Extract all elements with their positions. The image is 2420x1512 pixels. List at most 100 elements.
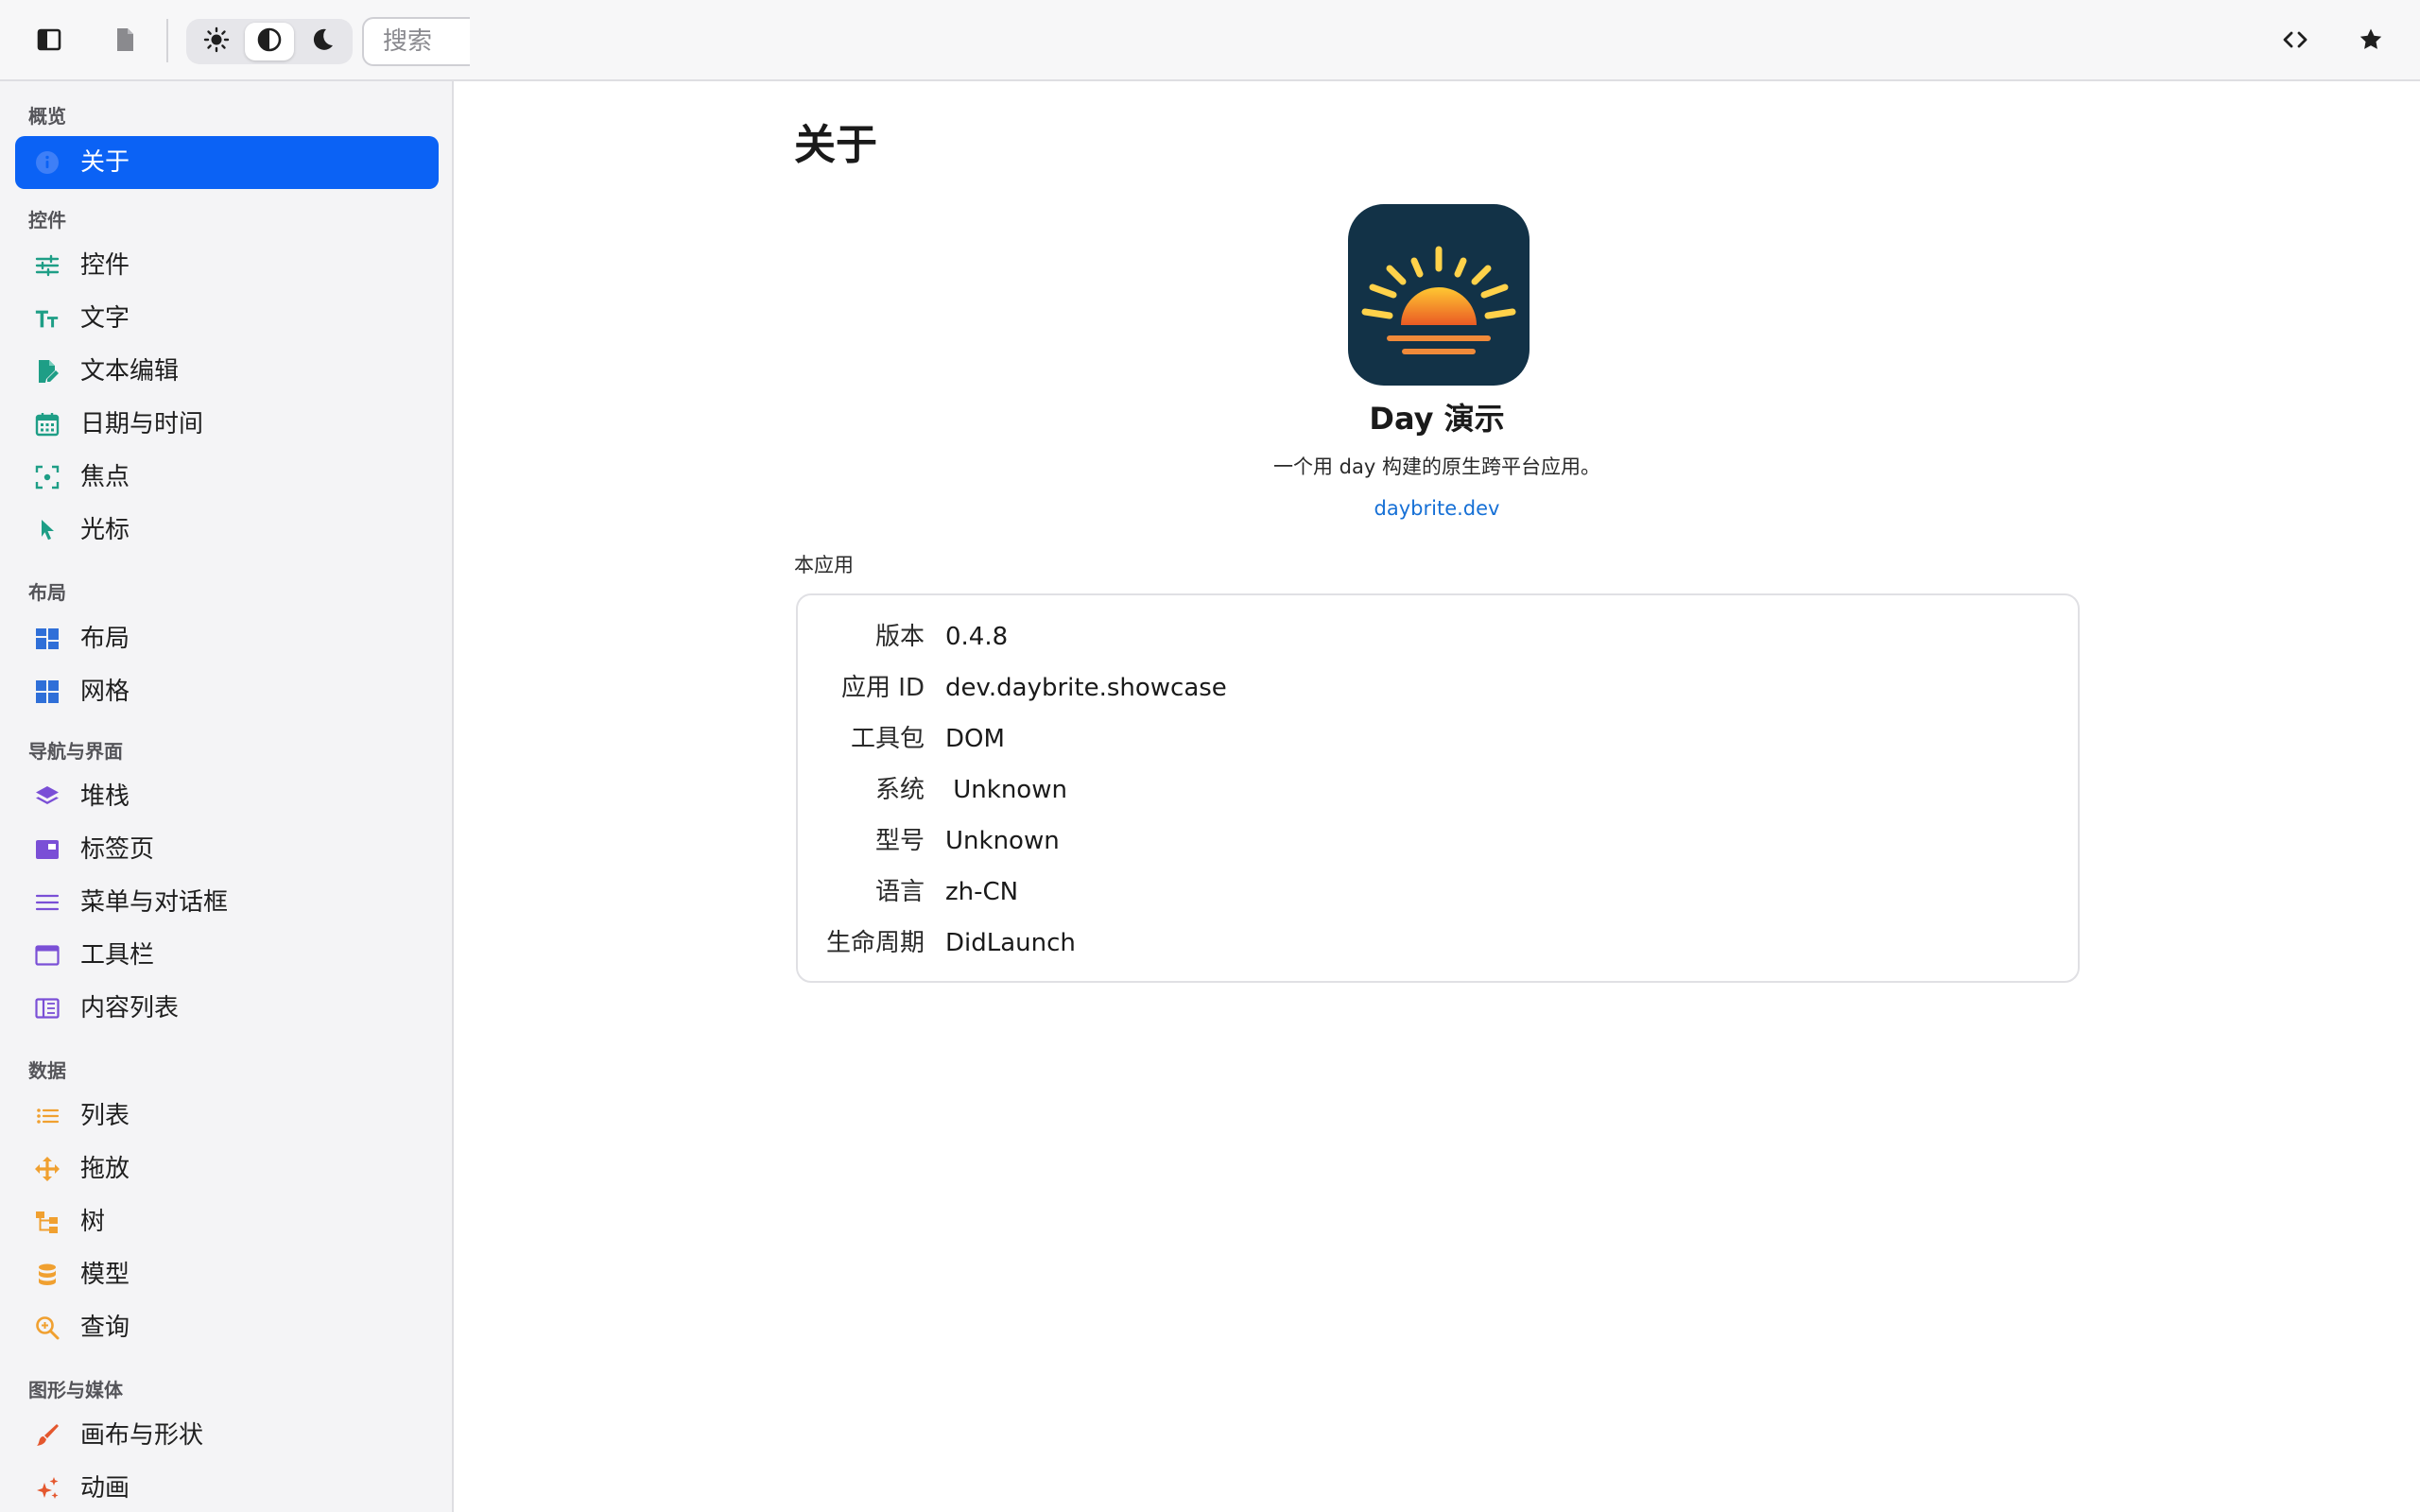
- info-row-toolkit: 工具包 DOM: [798, 713, 2078, 765]
- sidebar-item-label: 标签页: [80, 835, 155, 864]
- info-row-app-id: 应用 ID dev.daybrite.showcase: [798, 662, 2078, 713]
- sidebar-item-text[interactable]: 文字: [15, 292, 439, 345]
- info-value: DidLaunch: [945, 929, 1076, 957]
- info-key: 版本: [874, 623, 925, 651]
- info-key: 应用 ID: [841, 674, 925, 702]
- sidebar-item-query[interactable]: 查询: [15, 1301, 439, 1354]
- sidebar-item-label: 工具栏: [80, 941, 155, 970]
- info-key: 语言: [874, 878, 925, 906]
- info-value: 0.4.8: [945, 623, 1009, 651]
- sidebar-item-label: 查询: [80, 1314, 130, 1342]
- theme-switcher: [186, 19, 353, 64]
- grid-icon: [34, 679, 60, 705]
- sidebar-item-label: 模型: [80, 1261, 130, 1289]
- sidebar-item-label: 内容列表: [80, 994, 180, 1022]
- sidebar-item-label: 控件: [80, 251, 130, 280]
- cursor-icon: [34, 517, 60, 543]
- sidebar-item-tree[interactable]: 树: [15, 1195, 439, 1248]
- sidebar-item-label: 文字: [80, 304, 130, 333]
- sliders-icon: [34, 252, 60, 279]
- toolbar: [0, 0, 2420, 81]
- sidebar-item-menus-dialogs[interactable]: 菜单与对话框: [15, 876, 439, 929]
- sidebar-item-label: 光标: [80, 516, 130, 544]
- document-button[interactable]: [100, 17, 149, 66]
- star-icon: [2358, 26, 2384, 57]
- contrast-icon: [256, 26, 283, 57]
- info-value: Unknown: [945, 776, 1067, 804]
- sidebar-item-cursor[interactable]: 光标: [15, 504, 439, 557]
- sidebar-item-about[interactable]: 关于: [15, 136, 439, 189]
- move-icon: [34, 1156, 60, 1182]
- sidebar-item-label: 焦点: [80, 463, 130, 491]
- section-title-layout: 布局: [28, 581, 66, 604]
- brush-icon: [34, 1422, 60, 1449]
- view-source-button[interactable]: [2271, 17, 2320, 66]
- tabs-icon: [34, 836, 60, 863]
- sidebar-item-tabs[interactable]: 标签页: [15, 823, 439, 876]
- info-value: dev.daybrite.showcase: [945, 674, 1227, 702]
- code-icon: [2281, 26, 2309, 57]
- sidebar-item-focus[interactable]: 焦点: [15, 451, 439, 504]
- info-value: Unknown: [945, 827, 1060, 855]
- sidebar-item-date-time[interactable]: 日期与时间: [15, 398, 439, 451]
- dark-theme-button[interactable]: [298, 23, 347, 60]
- sidebar-item-label: 日期与时间: [80, 410, 204, 438]
- sidebar-item-animation[interactable]: 动画: [15, 1462, 439, 1512]
- info-value: DOM: [945, 725, 1005, 753]
- light-theme-button[interactable]: [192, 23, 241, 60]
- info-row-system: 系统 Unknown: [798, 765, 2078, 816]
- sidebar-item-toolbar[interactable]: 工具栏: [15, 929, 439, 982]
- sidebar-item-layout[interactable]: 布局: [15, 612, 439, 665]
- website-link[interactable]: daybrite.dev: [1059, 491, 1815, 525]
- sidebar-item-label: 树: [80, 1208, 106, 1236]
- menu-icon: [34, 889, 60, 916]
- section-title-data: 数据: [28, 1059, 66, 1082]
- document-icon: [112, 26, 137, 57]
- edit-document-icon: [34, 358, 60, 385]
- sidebar-item-label: 布局: [80, 625, 130, 653]
- app-icon: [1348, 204, 1530, 386]
- search-input[interactable]: [362, 17, 470, 66]
- sidebar-item-label: 文本编辑: [80, 357, 180, 386]
- info-key: 生命周期: [825, 929, 925, 957]
- sidebar-item-text-editing[interactable]: 文本编辑: [15, 345, 439, 398]
- sidebar-item-list[interactable]: 列表: [15, 1090, 439, 1143]
- sidebar-item-controls[interactable]: 控件: [15, 239, 439, 292]
- info-key: 工具包: [850, 725, 925, 753]
- page-title: 关于: [794, 121, 877, 169]
- moon-icon: [309, 26, 336, 57]
- info-value: zh-CN: [945, 878, 1019, 906]
- sidebar-item-content-list[interactable]: 内容列表: [15, 982, 439, 1035]
- auto-theme-button[interactable]: [245, 23, 294, 60]
- info-key: 系统: [874, 776, 925, 804]
- sidebar-item-canvas-shapes[interactable]: 画布与形状: [15, 1409, 439, 1462]
- sparkle-icon: [34, 1475, 60, 1502]
- sidebar-item-drag-drop[interactable]: 拖放: [15, 1143, 439, 1195]
- sidebar-item-label: 拖放: [80, 1155, 130, 1183]
- sidebar-item-model[interactable]: 模型: [15, 1248, 439, 1301]
- info-row-model: 型号 Unknown: [798, 816, 2078, 867]
- list-icon: [34, 1103, 60, 1129]
- layout-icon: [34, 626, 60, 652]
- app-description: 一个用 day 构建的原生跨平台应用。: [1273, 455, 1600, 478]
- favorite-button[interactable]: [2346, 17, 2395, 66]
- stack-icon: [34, 783, 60, 810]
- sidebar-item-label: 网格: [80, 678, 130, 706]
- text-size-icon: [34, 305, 60, 332]
- sidebar-toggle-icon: [36, 26, 62, 57]
- group-label: 本应用: [794, 554, 854, 576]
- info-row-language: 语言 zh-CN: [798, 867, 2078, 918]
- calendar-icon: [34, 411, 60, 438]
- sidebar: 概览 关于 控件 控件 文字 文本编辑 日期与时间 焦点 光标 布局 布局 网格…: [0, 81, 454, 1512]
- sidebar-item-stack[interactable]: 堆栈: [15, 770, 439, 823]
- content-list-icon: [34, 995, 60, 1022]
- sidebar-item-label: 画布与形状: [80, 1421, 204, 1450]
- sidebar-item-label: 列表: [80, 1102, 130, 1130]
- toolbar-icon: [34, 942, 60, 969]
- database-icon: [34, 1262, 60, 1288]
- sidebar-item-label: 堆栈: [80, 782, 130, 811]
- sidebar-item-grid[interactable]: 网格: [15, 665, 439, 718]
- tree-icon: [34, 1209, 60, 1235]
- sun-icon: [203, 26, 230, 57]
- sidebar-toggle-button[interactable]: [25, 17, 74, 66]
